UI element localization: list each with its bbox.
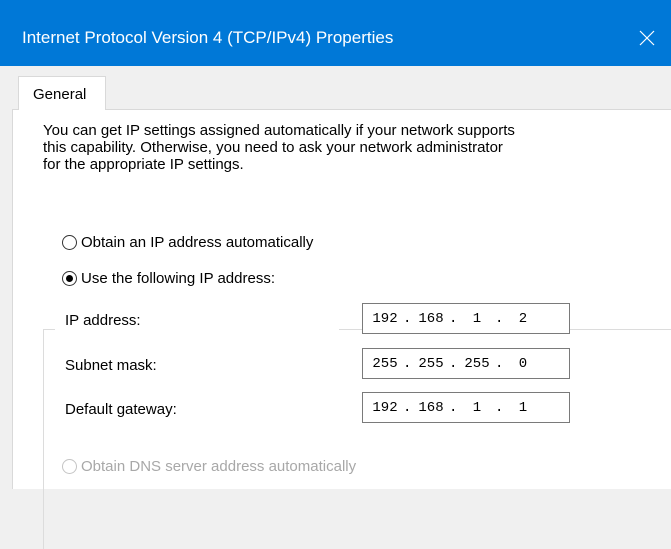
subnet-octet[interactable]: 255 [461,356,493,373]
description-line: You can get IP settings assigned automat… [43,122,515,139]
octet-separator: . [495,356,504,372]
obtain-ip-automatically-radio[interactable] [62,235,77,250]
octet-separator: . [403,311,412,327]
description-text: You can get IP settings assigned automat… [43,122,643,173]
ip-address-label: IP address: [65,312,141,329]
subnet-octet[interactable]: 0 [507,356,539,373]
ip-octet[interactable]: 1 [461,311,493,328]
subnet-mask-field[interactable]: 255 . 255 . 255 . 0 [362,348,570,379]
use-following-ip-label: Use the following IP address: [81,270,275,287]
tab-general[interactable]: General [18,76,106,110]
ip-octet[interactable]: 168 [415,311,447,328]
obtain-ip-automatically-label: Obtain an IP address automatically [81,234,314,251]
octet-separator: . [449,400,458,416]
default-gateway-field[interactable]: 192 . 168 . 1 . 1 [362,392,570,423]
ip-octet[interactable]: 192 [369,311,401,328]
description-line: this capability. Otherwise, you need to … [43,139,503,156]
obtain-dns-automatically-option: Obtain DNS server address automatically [62,458,356,475]
obtain-dns-automatically-label: Obtain DNS server address automatically [81,458,357,475]
octet-separator: . [449,311,458,327]
default-gateway-label: Default gateway: [65,401,177,418]
gateway-octet[interactable]: 1 [507,400,539,417]
use-following-ip-option[interactable]: Use the following IP address: [62,270,275,287]
octet-separator: . [495,400,504,416]
description-line: for the appropriate IP settings. [43,156,244,173]
subnet-octet[interactable]: 255 [369,356,401,373]
ip-address-field[interactable]: 192 . 168 . 1 . 2 [362,303,570,334]
window-title: Internet Protocol Version 4 (TCP/IPv4) P… [22,28,394,47]
dialog-client-area: General You can get IP settings assigned… [0,66,671,549]
subnet-octet[interactable]: 255 [415,356,447,373]
close-button[interactable] [623,18,671,58]
title-bar[interactable]: Internet Protocol Version 4 (TCP/IPv4) P… [0,0,671,66]
use-following-ip-radio[interactable] [62,271,77,286]
subnet-mask-label: Subnet mask: [65,357,157,374]
close-icon [639,30,655,46]
general-tab-panel: You can get IP settings assigned automat… [12,109,671,549]
ip-octet[interactable]: 2 [507,311,539,328]
octet-separator: . [403,400,412,416]
octet-separator: . [449,356,458,372]
obtain-ip-automatically-option[interactable]: Obtain an IP address automatically [62,234,313,251]
obtain-dns-automatically-radio [62,459,77,474]
tab-general-label: General [33,86,87,103]
gateway-octet[interactable]: 192 [369,400,401,417]
gateway-octet[interactable]: 1 [461,400,493,417]
octet-separator: . [403,356,412,372]
gateway-octet[interactable]: 168 [415,400,447,417]
octet-separator: . [495,311,504,327]
